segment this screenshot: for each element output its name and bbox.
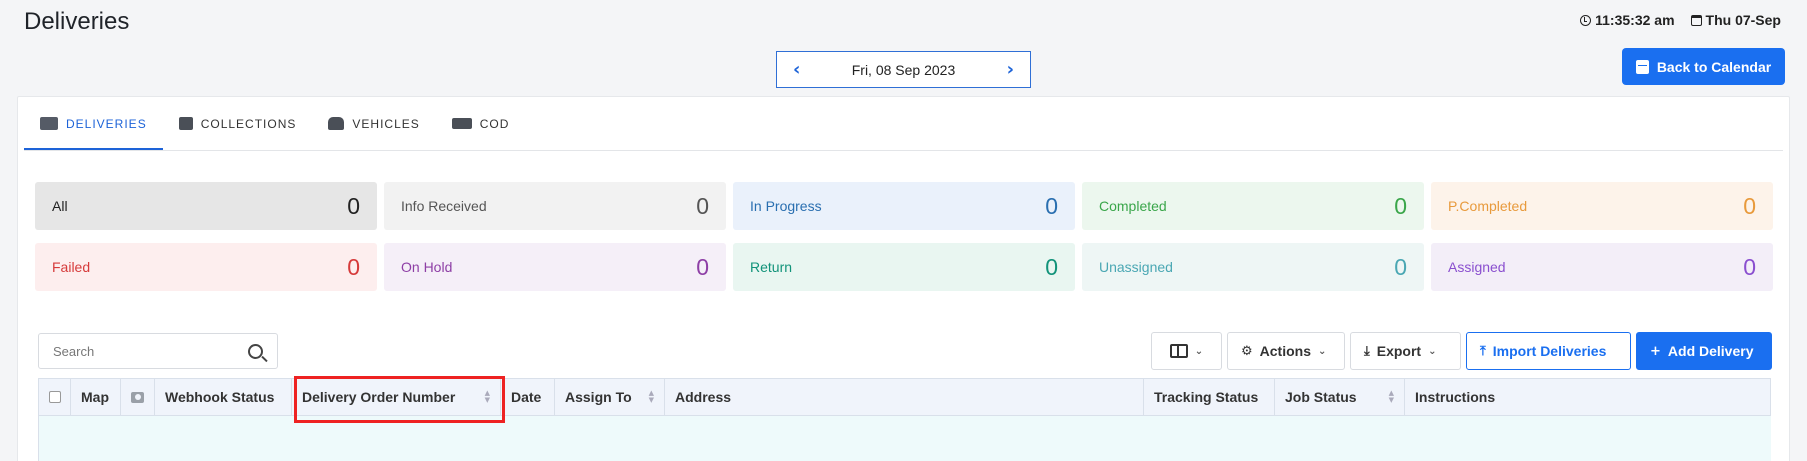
tab-label: COD (479, 116, 510, 131)
export-button[interactable]: ⤓ Export ⌄ (1350, 332, 1461, 370)
col-delivery-order-number[interactable]: Delivery Order Number ▲ ▼ (292, 379, 501, 415)
col-map[interactable]: Map (71, 379, 121, 415)
page-title: Deliveries (24, 8, 130, 35)
tab-collections[interactable]: COLLECTIONS (163, 97, 313, 150)
status-count: 0 (1394, 192, 1407, 219)
col-instructions[interactable]: Instructions (1405, 379, 1770, 415)
add-delivery-button[interactable]: + Add Delivery (1636, 332, 1772, 370)
status-tile-p-completed[interactable]: P.Completed 0 (1431, 182, 1773, 230)
toolbar: ⌄ ⚙ Actions ⌄ ⤓ Export ⌄ ⤒ Import Deliveries … (1151, 332, 1772, 370)
status-label: On Hold (401, 259, 453, 275)
status-filter-grid: All 0 Info Received 0 In Progress 0 Completed 0… (35, 182, 1778, 291)
status-label: All (52, 198, 68, 214)
clock-icon (1580, 14, 1592, 26)
status-count: 0 (347, 192, 360, 219)
status-tile-on-hold[interactable]: On Hold 0 (384, 243, 726, 291)
tab-bar: DELIVERIES COLLECTIONS VEHICLES COD (24, 97, 525, 150)
status-count: 0 (1045, 253, 1058, 280)
selected-date[interactable]: Fri, 08 Sep 2023 (852, 62, 956, 78)
col-address[interactable]: Address (665, 379, 1144, 415)
status-count: 0 (696, 253, 709, 280)
status-label: Failed (52, 259, 91, 275)
tab-label: DELIVERIES (66, 116, 147, 131)
status-count: 0 (347, 253, 360, 280)
deliveries-table: Map Webhook Status Delivery Order Number… (38, 378, 1771, 461)
camera-icon (131, 391, 144, 403)
gear-icon: ⚙ (1241, 343, 1253, 359)
status-label: P.Completed (1448, 198, 1528, 214)
status-label: Return (750, 259, 793, 275)
import-deliveries-button[interactable]: ⤒ Import Deliveries (1466, 332, 1631, 370)
status-count: 0 (1394, 253, 1407, 280)
tab-label: VEHICLES (352, 116, 420, 131)
col-assign-to[interactable]: Assign To ▲ ▼ (555, 379, 665, 415)
search-input[interactable]: Search (38, 333, 278, 369)
status-tile-completed[interactable]: Completed 0 (1082, 182, 1424, 230)
calendar-icon (1635, 59, 1649, 74)
chevron-down-icon: ⌄ (1194, 345, 1204, 357)
download-icon: ⤓ (1364, 343, 1370, 359)
columns-toggle-button[interactable]: ⌄ (1151, 332, 1222, 370)
chevron-down-icon: ⌄ (1428, 345, 1437, 357)
current-date: Thu 07-Sep (1705, 12, 1781, 28)
back-to-calendar-label: Back to Calendar (1656, 58, 1772, 75)
clock: 11:35:32 am Thu 07-Sep (1580, 12, 1781, 28)
tab-label: COLLECTIONS (200, 116, 297, 131)
status-label: In Progress (750, 198, 822, 214)
select-all-checkbox[interactable] (48, 391, 61, 403)
status-count: 0 (1743, 253, 1756, 280)
box-icon (178, 117, 193, 130)
actions-button[interactable]: ⚙ Actions ⌄ (1227, 332, 1345, 370)
status-tile-assigned[interactable]: Assigned 0 (1431, 243, 1773, 291)
status-count: 0 (1045, 192, 1058, 219)
export-label: Export (1376, 343, 1422, 359)
add-label: Add Delivery (1667, 343, 1754, 359)
status-tile-return[interactable]: Return 0 (733, 243, 1075, 291)
col-tracking-status[interactable]: Tracking Status (1144, 379, 1275, 415)
table-header: Map Webhook Status Delivery Order Number… (38, 378, 1771, 416)
sort-icon[interactable]: ▲ ▼ (649, 390, 654, 404)
main-card: DELIVERIES COLLECTIONS VEHICLES COD All 0… (17, 96, 1790, 461)
sort-icon[interactable]: ▲ ▼ (485, 390, 490, 404)
upload-icon: ⤒ (1480, 343, 1486, 359)
current-time: 11:35:32 am (1595, 12, 1675, 28)
sort-icon[interactable]: ▲ ▼ (1389, 390, 1394, 404)
cash-icon (451, 118, 472, 129)
search-placeholder: Search (53, 343, 95, 359)
select-all-header (39, 379, 71, 415)
plus-icon: + (1650, 343, 1661, 359)
chevron-down-icon: ⌄ (1318, 345, 1327, 357)
chevron-right-icon[interactable]: › (1007, 59, 1014, 80)
status-tile-in-progress[interactable]: In Progress 0 (733, 182, 1075, 230)
col-job-status[interactable]: Job Status ▲ ▼ (1275, 379, 1405, 415)
columns-icon (1169, 344, 1188, 358)
status-label: Completed (1099, 198, 1167, 214)
back-to-calendar-button[interactable]: Back to Calendar (1622, 48, 1785, 85)
tab-vehicles[interactable]: VEHICLES (312, 97, 435, 150)
status-label: Unassigned (1099, 259, 1173, 275)
car-icon (328, 117, 345, 130)
status-tile-info-received[interactable]: Info Received 0 (384, 182, 726, 230)
calendar-icon (1690, 14, 1702, 26)
col-date[interactable]: Date (501, 379, 555, 415)
search-icon[interactable] (248, 343, 263, 359)
chevron-left-icon[interactable]: ‹ (793, 59, 800, 80)
col-photo (121, 379, 155, 415)
import-label: Import Deliveries (1492, 343, 1607, 359)
date-navigator: ‹ Fri, 08 Sep 2023 › (776, 51, 1031, 88)
actions-label: Actions (1259, 343, 1311, 359)
col-webhook-status[interactable]: Webhook Status (155, 379, 292, 415)
status-tile-all[interactable]: All 0 (35, 182, 377, 230)
tab-cod[interactable]: COD (436, 97, 526, 150)
tab-deliveries[interactable]: DELIVERIES (24, 97, 163, 150)
status-label: Assigned (1448, 259, 1506, 275)
status-tile-failed[interactable]: Failed 0 (35, 243, 377, 291)
status-count: 0 (696, 192, 709, 219)
table-body (38, 416, 1771, 461)
status-count: 0 (1743, 192, 1756, 219)
status-label: Info Received (401, 198, 487, 214)
status-tile-unassigned[interactable]: Unassigned 0 (1082, 243, 1424, 291)
truck-icon (40, 117, 58, 130)
